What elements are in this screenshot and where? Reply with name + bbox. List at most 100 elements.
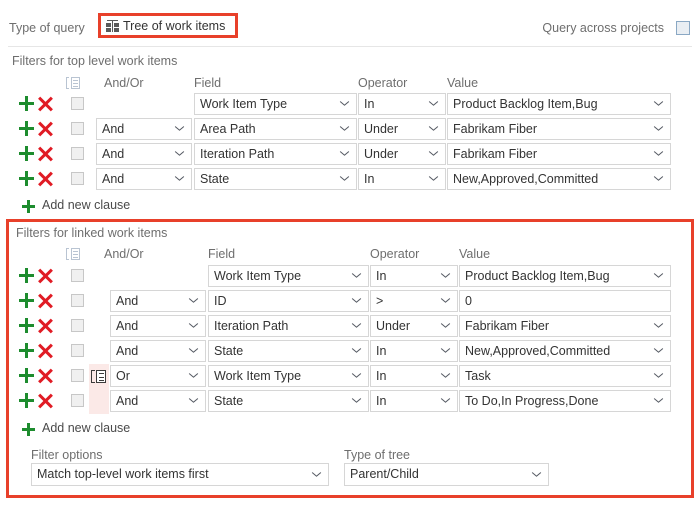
- value-select[interactable]: Product Backlog Item,Bug: [447, 93, 671, 115]
- add-clause-row-button[interactable]: [19, 368, 34, 383]
- delete-clause-row-button[interactable]: [38, 293, 53, 308]
- grouping-column-icon: [66, 77, 80, 89]
- operator-select[interactable]: In: [370, 390, 458, 412]
- chevron-down-icon: [654, 398, 663, 403]
- operator-select[interactable]: In: [370, 340, 458, 362]
- field-select[interactable]: Area Path: [194, 118, 357, 140]
- field-select[interactable]: State: [194, 168, 357, 190]
- field-select[interactable]: State: [208, 390, 369, 412]
- clause-group-indicator[interactable]: [89, 364, 109, 389]
- delete-clause-row-button[interactable]: [38, 171, 53, 186]
- column-header-operator: Operator: [358, 76, 408, 90]
- value-select[interactable]: Product Backlog Item,Bug: [459, 265, 671, 287]
- row-select-checkbox[interactable]: [71, 344, 84, 357]
- value-select[interactable]: Task: [459, 365, 671, 387]
- row-select-checkbox[interactable]: [71, 369, 84, 382]
- chevron-down-icon: [654, 176, 663, 181]
- and-or-select[interactable]: And: [110, 390, 206, 412]
- add-clause-row-button[interactable]: [19, 146, 34, 161]
- field-select[interactable]: Work Item Type: [208, 265, 369, 287]
- operator-select[interactable]: Under: [370, 315, 458, 337]
- operator-select[interactable]: In: [370, 365, 458, 387]
- and-or-value: And: [116, 319, 139, 333]
- chevron-down-icon: [654, 373, 663, 378]
- field-select[interactable]: Iteration Path: [194, 143, 357, 165]
- delete-clause-row-button[interactable]: [38, 368, 53, 383]
- add-clause-row-button[interactable]: [19, 343, 34, 358]
- field-select[interactable]: State: [208, 340, 369, 362]
- operator-select[interactable]: In: [370, 265, 458, 287]
- row-select-checkbox[interactable]: [71, 172, 84, 185]
- and-or-select[interactable]: And: [110, 315, 206, 337]
- operator-select[interactable]: Under: [358, 143, 446, 165]
- value-text: Fabrikam Fiber: [453, 147, 538, 161]
- value-input[interactable]: 0: [459, 290, 671, 312]
- and-or-value: And: [116, 394, 139, 408]
- delete-clause-row-button[interactable]: [38, 121, 53, 136]
- operator-select[interactable]: In: [358, 168, 446, 190]
- operator-value: In: [376, 344, 387, 358]
- row-select-checkbox[interactable]: [71, 294, 84, 307]
- column-header-value: Value: [459, 247, 491, 261]
- filter-options-select[interactable]: Match top-level work items first: [31, 463, 329, 486]
- add-clause-row-button[interactable]: [19, 96, 34, 111]
- row-select-checkbox[interactable]: [71, 122, 84, 135]
- table-row: And Area Path Under Fabrikam Fiber: [0, 117, 700, 142]
- chevron-down-icon: [340, 126, 349, 131]
- value-select[interactable]: Fabrikam Fiber: [447, 143, 671, 165]
- column-header-and-or: And/Or: [104, 76, 144, 90]
- value-select[interactable]: Fabrikam Fiber: [459, 315, 671, 337]
- value-select[interactable]: New,Approved,Committed: [447, 168, 671, 190]
- column-header-operator: Operator: [370, 247, 420, 261]
- row-select-checkbox[interactable]: [71, 97, 84, 110]
- row-select-checkbox[interactable]: [71, 269, 84, 282]
- field-value: Work Item Type: [214, 269, 302, 283]
- and-or-select[interactable]: And: [96, 143, 192, 165]
- add-clause-row-button[interactable]: [19, 393, 34, 408]
- chevron-down-icon: [429, 101, 438, 106]
- add-clause-row-button[interactable]: [19, 293, 34, 308]
- delete-clause-row-button[interactable]: [38, 318, 53, 333]
- linked-section-title: Filters for linked work items: [16, 226, 168, 240]
- operator-value: In: [376, 269, 387, 283]
- and-or-select[interactable]: And: [96, 118, 192, 140]
- and-or-value: And: [116, 344, 139, 358]
- delete-clause-row-button[interactable]: [38, 393, 53, 408]
- and-or-value: And: [116, 294, 139, 308]
- table-row: And ID > 0: [0, 289, 700, 314]
- add-clause-row-button[interactable]: [19, 318, 34, 333]
- field-select[interactable]: Work Item Type: [208, 365, 369, 387]
- value-select[interactable]: To Do,In Progress,Done: [459, 390, 671, 412]
- add-clause-row-button[interactable]: [19, 268, 34, 283]
- query-type-tree-of-work-items-button[interactable]: Tree of work items: [98, 13, 239, 38]
- clause-group-indicator[interactable]: [89, 389, 109, 414]
- operator-select[interactable]: >: [370, 290, 458, 312]
- value-select[interactable]: New,Approved,Committed: [459, 340, 671, 362]
- delete-clause-row-button[interactable]: [38, 96, 53, 111]
- add-clause-row-button[interactable]: [19, 171, 34, 186]
- type-of-tree-value: Parent/Child: [350, 467, 419, 481]
- and-or-select[interactable]: Or: [110, 365, 206, 387]
- query-across-projects-checkbox[interactable]: [676, 21, 690, 35]
- row-select-checkbox[interactable]: [71, 394, 84, 407]
- and-or-select[interactable]: And: [96, 168, 192, 190]
- delete-clause-row-button[interactable]: [38, 343, 53, 358]
- row-select-checkbox[interactable]: [71, 147, 84, 160]
- field-select[interactable]: Iteration Path: [208, 315, 369, 337]
- delete-clause-row-button[interactable]: [38, 268, 53, 283]
- add-clause-row-button[interactable]: [19, 121, 34, 136]
- operator-select[interactable]: In: [358, 93, 446, 115]
- field-select[interactable]: ID: [208, 290, 369, 312]
- delete-clause-row-button[interactable]: [38, 146, 53, 161]
- row-select-checkbox[interactable]: [71, 319, 84, 332]
- operator-select[interactable]: Under: [358, 118, 446, 140]
- and-or-select[interactable]: And: [110, 340, 206, 362]
- and-or-value: And: [102, 122, 125, 136]
- chevron-down-icon: [352, 273, 361, 278]
- type-of-tree-select[interactable]: Parent/Child: [344, 463, 549, 486]
- and-or-select[interactable]: And: [110, 290, 206, 312]
- value-select[interactable]: Fabrikam Fiber: [447, 118, 671, 140]
- field-select[interactable]: Work Item Type: [194, 93, 357, 115]
- and-or-value: And: [102, 172, 125, 186]
- value-text: Product Backlog Item,Bug: [453, 97, 598, 111]
